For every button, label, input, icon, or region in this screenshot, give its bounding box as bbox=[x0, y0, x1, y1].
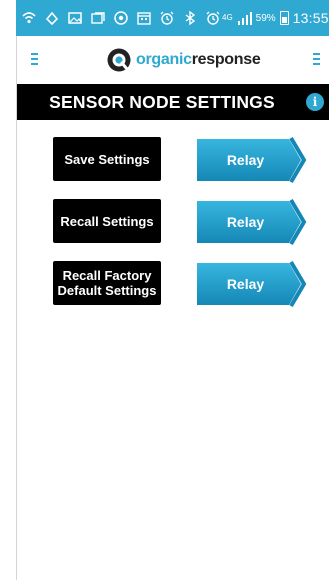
wifi-call-icon bbox=[20, 9, 38, 27]
logo-mark-icon bbox=[107, 48, 131, 72]
phone-screen: 4G 59% 13:55 organicresponse SENSOR NODE… bbox=[0, 0, 329, 580]
cast-icon bbox=[43, 9, 61, 27]
save-settings-button[interactable]: Save Settings bbox=[53, 137, 161, 181]
calendar-icon bbox=[135, 9, 153, 27]
gallery-icon bbox=[66, 9, 84, 27]
alarm-icon bbox=[158, 9, 176, 27]
status-right: 4G 59% 13:55 bbox=[222, 9, 329, 27]
menu-icon[interactable] bbox=[31, 50, 45, 68]
signal-icon bbox=[236, 9, 254, 27]
info-icon[interactable]: i bbox=[306, 93, 324, 111]
battery-icon bbox=[279, 11, 289, 25]
alarm2-icon bbox=[204, 9, 222, 27]
options-menu-icon[interactable] bbox=[313, 50, 327, 68]
clock: 13:55 bbox=[292, 10, 329, 26]
media-icon bbox=[89, 9, 107, 27]
settings-row-recall: Recall Settings Relay bbox=[53, 199, 329, 245]
recall-settings-button[interactable]: Recall Settings bbox=[53, 199, 161, 243]
settings-row-factory: Recall Factory Default Settings Relay bbox=[53, 261, 329, 307]
relay-label: Relay bbox=[226, 214, 265, 230]
relay-label: Relay bbox=[226, 276, 265, 292]
recall-factory-default-button[interactable]: Recall Factory Default Settings bbox=[53, 261, 161, 305]
title-bar: SENSOR NODE SETTINGS i bbox=[17, 84, 329, 120]
relay-button[interactable]: Relay bbox=[197, 137, 307, 183]
network-type: 4G bbox=[222, 13, 233, 22]
relay-label: Relay bbox=[226, 152, 265, 168]
settings-row-save: Save Settings Relay bbox=[53, 137, 329, 183]
notification-icons bbox=[16, 9, 222, 27]
relay-button[interactable]: Relay bbox=[197, 261, 307, 307]
page-title: SENSOR NODE SETTINGS bbox=[49, 92, 275, 112]
app-header: organicresponse bbox=[17, 36, 329, 84]
organic-response-logo: organicresponse bbox=[106, 47, 261, 73]
bluetooth-icon bbox=[181, 9, 199, 27]
status-bar: 4G 59% 13:55 bbox=[16, 0, 329, 36]
vpn-icon bbox=[112, 9, 130, 27]
logo-text: organicresponse bbox=[136, 51, 261, 68]
relay-button[interactable]: Relay bbox=[197, 199, 307, 245]
battery-percent: 59% bbox=[255, 12, 276, 24]
